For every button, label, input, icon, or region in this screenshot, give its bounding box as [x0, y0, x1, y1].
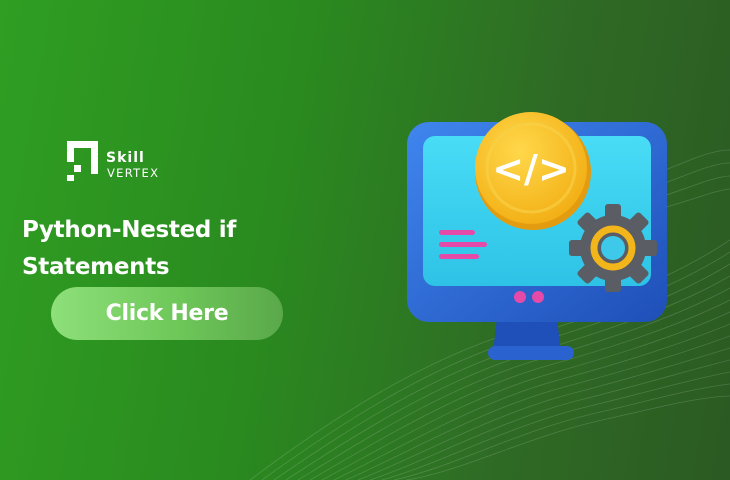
code-symbol: </> — [492, 147, 570, 191]
logo-text-skill: Skill — [106, 150, 145, 166]
gear-icon — [569, 204, 657, 292]
logo-text-vertex: VERTEX — [107, 166, 160, 180]
page-title: Python-Nested if Statements — [22, 212, 352, 286]
monitor-illustration: </> — [407, 112, 667, 360]
click-here-button[interactable]: Click Here — [51, 287, 283, 340]
title-line-2: Statements — [22, 254, 170, 280]
skill-vertex-logo[interactable]: Skill VERTEX — [64, 138, 194, 186]
title-line-1: Python-Nested if — [22, 217, 237, 243]
promo-banner: Skill VERTEX Python-Nested if Statements… — [0, 0, 730, 480]
skill-vertex-logo-icon — [67, 141, 98, 181]
